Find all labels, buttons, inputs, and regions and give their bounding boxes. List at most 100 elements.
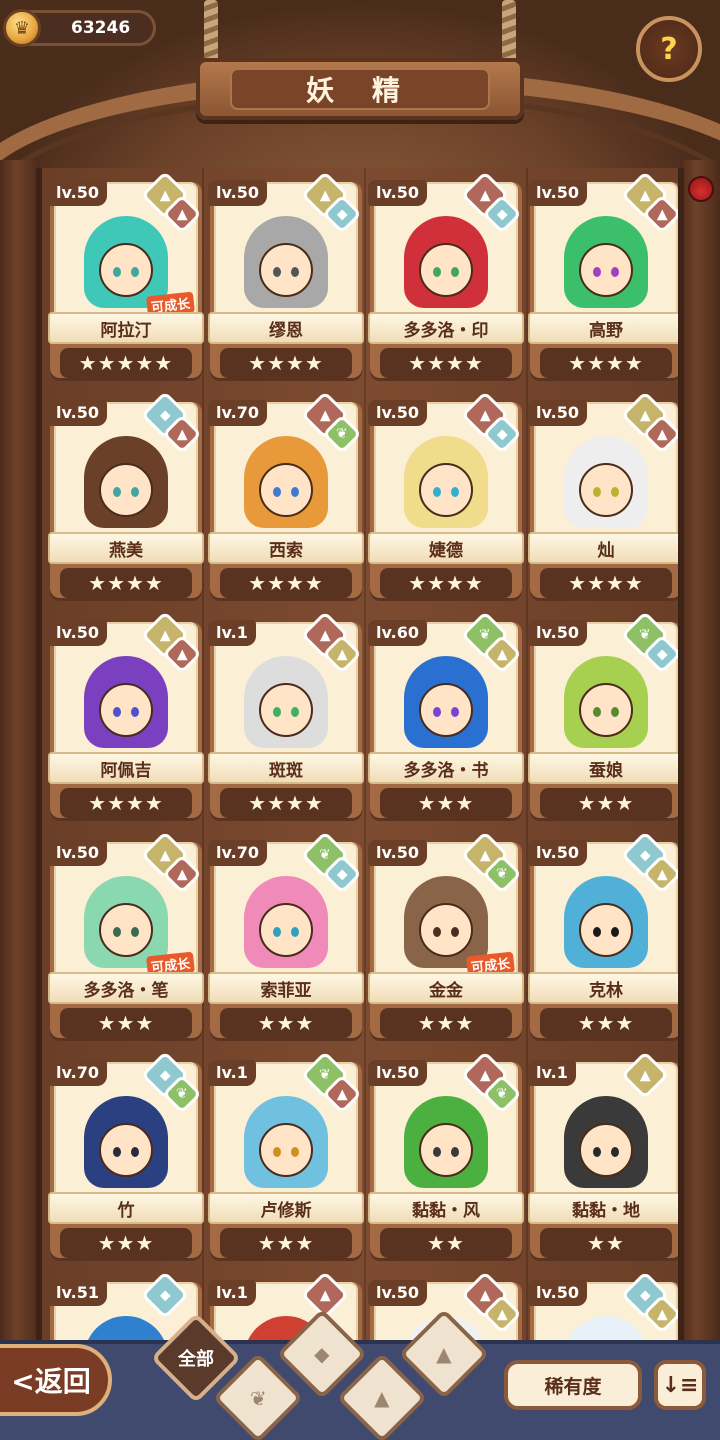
star-rating: ★★ xyxy=(380,1228,512,1258)
fairy-face xyxy=(99,1123,153,1177)
star-rating: ★★★ xyxy=(220,1008,352,1038)
level-badge: lv.60 xyxy=(368,620,427,646)
fairy-name: 卢修斯 xyxy=(208,1192,364,1224)
fairy-name: 斑斑 xyxy=(208,752,364,784)
fairy-card[interactable]: lv.50 ▲ ❦ 可成长 金金 ★★★ xyxy=(366,830,526,1058)
level-badge: lv.1 xyxy=(528,1060,576,1086)
fairy-portrait xyxy=(564,656,648,748)
level-badge: lv.50 xyxy=(368,1060,427,1086)
fairy-name: 索菲亚 xyxy=(208,972,364,1004)
back-button[interactable]: <返回 xyxy=(0,1344,112,1416)
fairy-card[interactable]: lv.50 ▲ ▲ 高野 ★★★★ xyxy=(526,170,678,398)
star-rating: ★★★ xyxy=(380,788,512,818)
level-badge: lv.50 xyxy=(528,400,587,426)
level-badge: lv.50 xyxy=(528,1280,587,1306)
fairy-card[interactable]: lv.1 ▲ 黏黏・地 ★★ xyxy=(526,1050,678,1278)
volcano-icon: ▲ xyxy=(436,1341,452,1366)
fairy-card[interactable]: lv.50 ◆ ▲ 克林 ★★★ xyxy=(526,830,678,1058)
level-badge: lv.50 xyxy=(368,1280,427,1306)
mountain-icon: ▲ xyxy=(374,1385,390,1410)
filter-all-label: 全部 xyxy=(178,1349,214,1370)
fairy-portrait xyxy=(244,656,328,748)
level-badge: lv.50 xyxy=(48,400,107,426)
fairy-card[interactable]: lv.50 ▲ ◆ 缪恩 ★★★★ xyxy=(206,170,366,398)
fairy-card[interactable]: lv.70 ▲ ❦ 西索 ★★★★ xyxy=(206,390,366,618)
fairy-portrait xyxy=(84,1096,168,1188)
star-rating: ★★★ xyxy=(220,1228,352,1258)
level-badge: lv.50 xyxy=(368,180,427,206)
fairy-name: 阿佩吉 xyxy=(48,752,204,784)
fairy-name: 阿拉汀 xyxy=(48,312,204,344)
fairy-portrait xyxy=(404,656,488,748)
level-badge: lv.50 xyxy=(208,180,267,206)
star-rating: ★★★★ xyxy=(380,348,512,378)
fairy-card[interactable]: lv.50 ▲ ▲ 阿佩吉 ★★★★ xyxy=(46,610,206,838)
star-rating: ★★★★ xyxy=(540,568,672,598)
level-badge: lv.50 xyxy=(368,840,427,866)
level-badge: lv.50 xyxy=(528,840,587,866)
fairy-face xyxy=(419,683,473,737)
fairy-face xyxy=(579,1123,633,1177)
coin-value: 63246 xyxy=(71,18,131,38)
fairy-name: 多多洛・印 xyxy=(368,312,524,344)
fairy-grid: lv.50 ▲ ▲ 可成长 阿拉汀 ★★★★★ lv.50 ▲ ◆ 缪恩 ★★★★ lv.50 ▲ ◆ 多多… xyxy=(42,170,678,1358)
fairy-portrait xyxy=(244,216,328,308)
fairy-card[interactable]: lv.50 ◆ ▲ 燕美 ★★★★ xyxy=(46,390,206,618)
fairy-card[interactable]: lv.50 ▲ ◆ 多多洛・印 ★★★★ xyxy=(366,170,526,398)
fairy-name: 婕德 xyxy=(368,532,524,564)
fairy-face xyxy=(259,1123,313,1177)
level-badge: lv.50 xyxy=(48,840,107,866)
fairy-face xyxy=(419,1123,473,1177)
fairy-card[interactable]: lv.50 ▲ ◆ 婕德 ★★★★ xyxy=(366,390,526,618)
fairy-shelf[interactable]: lv.50 ▲ ▲ 可成长 阿拉汀 ★★★★★ lv.50 ▲ ◆ 缪恩 ★★★★ lv.50 ▲ ◆ 多多… xyxy=(36,168,684,1358)
fairy-face xyxy=(99,243,153,297)
fairy-portrait xyxy=(404,876,488,968)
fairy-portrait xyxy=(404,216,488,308)
fairy-face xyxy=(259,243,313,297)
fairy-face xyxy=(99,903,153,957)
fairy-card[interactable]: lv.50 ❦ ◆ 蚕娘 ★★★ xyxy=(526,610,678,838)
page-title: 妖 精 xyxy=(230,68,490,110)
fairy-card[interactable]: lv.60 ❦ ▲ 多多洛・书 ★★★ xyxy=(366,610,526,838)
level-badge: lv.50 xyxy=(528,620,587,646)
sprout-icon: ❦ xyxy=(249,1385,267,1410)
fairy-card[interactable]: lv.50 ▲ ▲ 灿 ★★★★ xyxy=(526,390,678,618)
star-rating: ★★★★ xyxy=(380,568,512,598)
sort-order-button[interactable]: ↓≡ xyxy=(654,1360,706,1410)
level-badge: lv.70 xyxy=(208,840,267,866)
star-rating: ★★★★ xyxy=(220,568,352,598)
fairy-face xyxy=(579,463,633,517)
rarity-sort-button[interactable]: 稀有度 xyxy=(504,1360,642,1410)
fairy-card[interactable]: lv.50 ▲ ❦ 黏黏・风 ★★ xyxy=(366,1050,526,1278)
fairy-name: 金金 xyxy=(368,972,524,1004)
fairy-portrait xyxy=(84,436,168,528)
ladybug-decoration xyxy=(688,176,714,202)
fairy-card[interactable]: lv.1 ❦ ▲ 卢修斯 ★★★ xyxy=(206,1050,366,1278)
fairy-portrait xyxy=(564,1096,648,1188)
fairy-portrait xyxy=(244,1096,328,1188)
fairy-card[interactable]: lv.50 ▲ ▲ 可成长 多多洛・笔 ★★★ xyxy=(46,830,206,1058)
fairy-face xyxy=(419,903,473,957)
left-pillar xyxy=(0,160,40,1360)
fairy-portrait xyxy=(404,1096,488,1188)
help-button[interactable]: ? xyxy=(636,16,702,82)
level-badge: lv.1 xyxy=(208,1280,256,1306)
level-badge: lv.1 xyxy=(208,1060,256,1086)
droplet-icon: ◆ xyxy=(314,1341,330,1366)
fairy-face xyxy=(579,243,633,297)
fairy-face xyxy=(99,683,153,737)
fairy-card[interactable]: lv.50 ▲ ▲ 可成长 阿拉汀 ★★★★★ xyxy=(46,170,206,398)
fairy-name: 克林 xyxy=(528,972,678,1004)
fairy-name: 灿 xyxy=(528,532,678,564)
star-rating: ★★★★ xyxy=(220,348,352,378)
fairy-face xyxy=(99,463,153,517)
fairy-card[interactable]: lv.1 ▲ ▲ 斑斑 ★★★★ xyxy=(206,610,366,838)
fairy-card[interactable]: lv.70 ❦ ◆ 索菲亚 ★★★ xyxy=(206,830,366,1058)
fairy-portrait xyxy=(84,656,168,748)
fairy-name: 西索 xyxy=(208,532,364,564)
fairy-face xyxy=(259,463,313,517)
level-badge: lv.50 xyxy=(48,180,107,206)
star-rating: ★★★★ xyxy=(60,568,192,598)
fairy-portrait xyxy=(564,216,648,308)
fairy-card[interactable]: lv.70 ◆ ❦ 竹 ★★★ xyxy=(46,1050,206,1278)
